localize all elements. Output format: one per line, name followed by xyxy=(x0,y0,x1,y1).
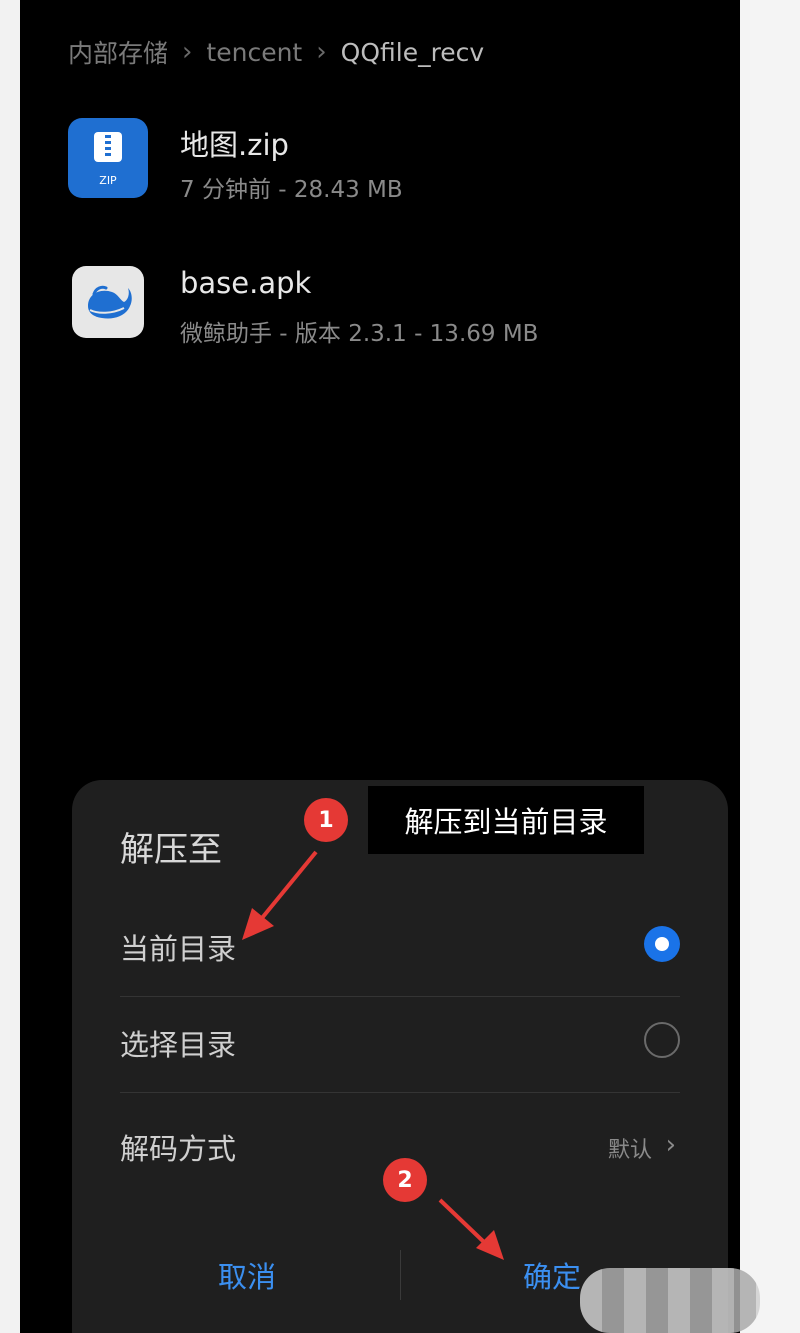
annotation-arrows xyxy=(242,850,504,1260)
arrow-to-current-directory xyxy=(242,850,318,940)
blurred-watermark xyxy=(580,1268,760,1333)
arrow-to-confirm xyxy=(438,1198,504,1260)
